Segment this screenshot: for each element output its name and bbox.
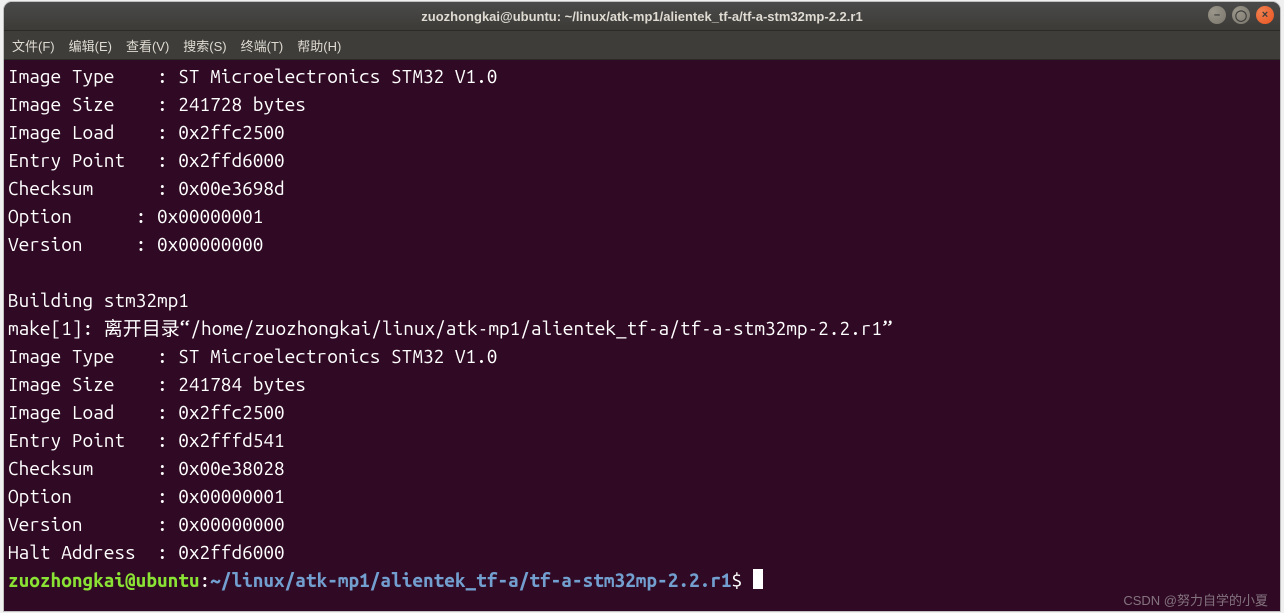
out-line: Halt Address : 0x2ffd6000 (8, 541, 285, 563)
prompt-path: ~/linux/atk-mp1/alientek_tf-a/tf-a-stm32… (210, 569, 731, 591)
out-line: Image Type : ST Microelectronics STM32 V… (8, 65, 497, 87)
out-line: Image Size : 241728 bytes (8, 93, 306, 115)
menu-search[interactable]: 搜索(S) (183, 36, 226, 55)
menu-edit[interactable]: 编辑(E) (69, 36, 112, 55)
out-line: Image Type : ST Microelectronics STM32 V… (8, 345, 497, 367)
out-line: Checksum : 0x00e3698d (8, 177, 285, 199)
out-line: Building stm32mp1 (8, 289, 189, 311)
prompt-symbol: $ (732, 569, 743, 591)
out-line: Option : 0x00000001 (8, 485, 285, 507)
menubar: 文件(F) 编辑(E) 查看(V) 搜索(S) 终端(T) 帮助(H) (4, 31, 1280, 60)
menu-view[interactable]: 查看(V) (126, 36, 169, 55)
out-line: Version : 0x00000000 (8, 513, 285, 535)
window-controls: – ◯ × (1208, 6, 1274, 24)
close-button[interactable]: × (1256, 6, 1274, 24)
menu-file[interactable]: 文件(F) (12, 36, 55, 55)
prompt-colon: : (200, 569, 211, 591)
prompt-user-host: zuozhongkai@ubuntu (8, 569, 200, 591)
out-line: Image Load : 0x2ffc2500 (8, 401, 285, 423)
out-line: Entry Point : 0x2ffd6000 (8, 149, 285, 171)
terminal-window: zuozhongkai@ubuntu: ~/linux/atk-mp1/alie… (4, 2, 1280, 611)
menu-help[interactable]: 帮助(H) (297, 36, 341, 55)
out-line: Image Load : 0x2ffc2500 (8, 121, 285, 143)
cursor (753, 569, 763, 589)
out-line: Image Size : 241784 bytes (8, 373, 306, 395)
menu-terminal[interactable]: 终端(T) (241, 36, 284, 55)
terminal-output[interactable]: Image Type : ST Microelectronics STM32 V… (4, 60, 1280, 611)
titlebar: zuozhongkai@ubuntu: ~/linux/atk-mp1/alie… (4, 2, 1280, 31)
out-line: Option : 0x00000001 (8, 205, 263, 227)
out-line: Checksum : 0x00e38028 (8, 457, 285, 479)
watermark: CSDN @努力自学的小夏 (1123, 590, 1268, 609)
out-line: Entry Point : 0x2fffd541 (8, 429, 285, 451)
maximize-button[interactable]: ◯ (1232, 6, 1250, 24)
out-line: Version : 0x00000000 (8, 233, 263, 255)
minimize-button[interactable]: – (1208, 6, 1226, 24)
window-title: zuozhongkai@ubuntu: ~/linux/atk-mp1/alie… (421, 9, 862, 24)
out-line: make[1]: 离开目录“/home/zuozhongkai/linux/at… (8, 317, 893, 339)
